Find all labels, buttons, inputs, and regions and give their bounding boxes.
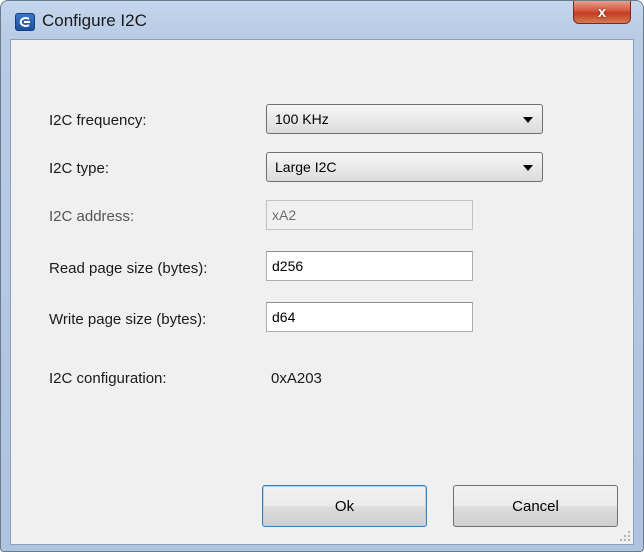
type-label: I2C type: [49, 160, 110, 177]
frequency-label: I2C frequency: [49, 112, 147, 129]
chevron-down-icon [523, 117, 533, 123]
write-page-size-value: d64 [272, 309, 296, 325]
close-icon: x [597, 3, 607, 21]
title-bar[interactable]: Configure I2C x [1, 1, 643, 39]
type-value: Large I2C [275, 159, 337, 175]
configuration-value: 0xA203 [271, 370, 322, 387]
frequency-dropdown[interactable]: 100 KHz [266, 104, 543, 134]
address-value: xA2 [272, 207, 297, 223]
write-page-size-field[interactable]: d64 [266, 302, 473, 332]
app-icon [15, 13, 35, 31]
address-label: I2C address: [49, 208, 135, 225]
dialog-content: I2C frequency: 100 KHz I2C type: Large I… [10, 39, 634, 545]
configuration-label: I2C configuration: [49, 370, 167, 387]
address-field: xA2 [266, 200, 473, 230]
dialog-window: Configure I2C x I2C frequency: 100 KHz I… [0, 0, 644, 552]
cancel-button[interactable]: Cancel [453, 485, 618, 527]
read-page-size-label: Read page size (bytes): [49, 260, 208, 277]
type-dropdown[interactable]: Large I2C [266, 152, 543, 182]
window-title: Configure I2C [42, 11, 147, 30]
write-page-size-label: Write page size (bytes): [49, 311, 207, 328]
close-button[interactable]: x [573, 1, 631, 24]
frequency-value: 100 KHz [275, 111, 329, 127]
chevron-down-icon [523, 165, 533, 171]
read-page-size-field[interactable]: d256 [266, 251, 473, 281]
resize-grip-icon[interactable] [619, 530, 631, 542]
ok-button[interactable]: Ok [262, 485, 427, 527]
read-page-size-value: d256 [272, 258, 304, 274]
